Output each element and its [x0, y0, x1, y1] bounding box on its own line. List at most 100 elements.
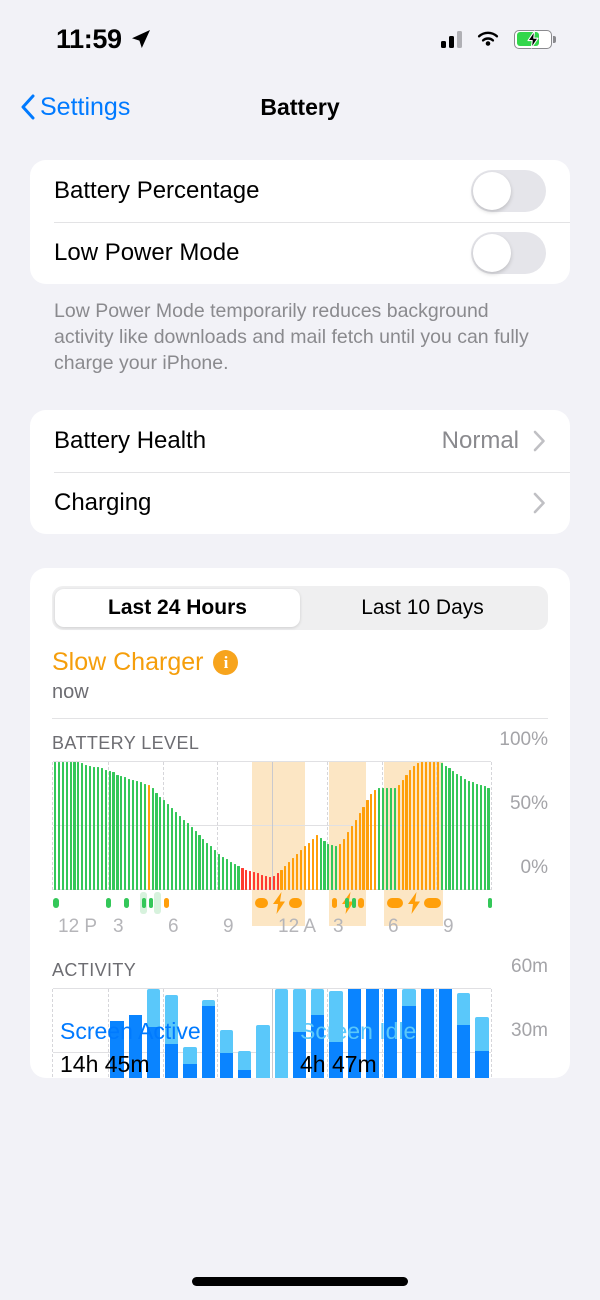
battery-level-bar — [124, 777, 127, 890]
battery-level-bar — [452, 770, 455, 890]
lightning-bolt-icon — [527, 29, 539, 49]
battery-level-bar — [221, 856, 224, 890]
chevron-right-icon — [533, 492, 545, 514]
battery-level-bar — [178, 815, 182, 890]
row-label: Low Power Mode — [54, 239, 240, 266]
row-low-power-mode[interactable]: Low Power Mode — [30, 222, 570, 284]
battery-settings-group: Battery Percentage Low Power Mode — [30, 160, 570, 284]
battery-level-bar — [409, 769, 412, 890]
battery-level-bar — [440, 763, 443, 890]
charging-marker — [386, 898, 404, 908]
battery-level-bar — [241, 868, 244, 890]
battery-level-bar — [128, 778, 131, 890]
legend-label: Screen Idle — [300, 1018, 417, 1044]
charging-marker — [331, 898, 338, 908]
x-axis-tick-label: 9 — [223, 916, 234, 937]
battery-level-bar — [350, 826, 353, 890]
time-range-segmented-control[interactable]: Last 24 Hours Last 10 Days — [52, 586, 548, 630]
legend-value: 14h 45m — [60, 1051, 150, 1077]
battery-level-chart-title: BATTERY LEVEL — [52, 733, 200, 753]
segment-last-24-hours[interactable]: Last 24 Hours — [55, 589, 300, 627]
segment-last-10-days[interactable]: Last 10 Days — [300, 589, 545, 627]
battery-x-axis-labels: 12 P 3 6 9 12 A 3 6 9 — [52, 916, 492, 942]
battery-level-bar — [307, 842, 310, 890]
battery-level-bar — [303, 846, 307, 890]
battery-level-bar — [85, 764, 88, 890]
y-axis-tick-label: 50% — [509, 793, 548, 814]
battery-level-bar — [393, 787, 396, 890]
unplugged-marker — [488, 898, 492, 908]
info-circle-icon[interactable]: i — [213, 650, 239, 675]
battery-level-bar — [108, 770, 111, 890]
battery-level-bar — [464, 778, 467, 890]
battery-level-bar — [57, 762, 60, 890]
low-power-mode-toggle[interactable] — [471, 232, 546, 274]
charging-marker — [254, 898, 269, 908]
battery-percentage-toggle[interactable] — [471, 170, 546, 212]
battery-level-bar — [167, 804, 170, 890]
x-axis-tick-label: 12 A — [278, 916, 317, 937]
back-button-settings[interactable]: Settings — [20, 93, 130, 122]
battery-level-bar — [151, 787, 154, 890]
row-label: Charging — [54, 489, 152, 516]
row-label: Battery Health — [54, 427, 207, 454]
battery-level-bar — [73, 762, 76, 890]
battery-level-bar — [69, 762, 72, 890]
y-axis-tick-label: 100% — [499, 729, 548, 750]
battery-level-bar — [288, 861, 291, 890]
home-indicator — [192, 1277, 408, 1286]
battery-level-bar — [280, 869, 283, 890]
battery-level-bar — [116, 774, 119, 890]
charging-marker — [358, 898, 364, 908]
legend-label: Screen Active — [60, 1018, 201, 1044]
battery-level-bar — [147, 785, 150, 890]
battery-level-bar — [389, 787, 392, 890]
battery-level-bar — [366, 800, 369, 890]
wifi-icon — [477, 31, 499, 46]
battery-level-bar — [92, 767, 96, 890]
unplugged-marker — [351, 898, 356, 908]
battery-level-bar — [319, 837, 322, 890]
row-battery-health[interactable]: Battery Health Normal — [30, 410, 570, 472]
charging-marker — [289, 898, 303, 908]
row-label: Battery Percentage — [54, 177, 260, 204]
battery-level-plot-area — [52, 761, 492, 926]
charging-status-strip — [52, 890, 492, 916]
battery-level-bar — [370, 794, 373, 890]
battery-level-bar — [460, 776, 463, 890]
battery-level-bar — [202, 838, 205, 890]
battery-level-bar — [190, 827, 193, 890]
x-axis-tick-label: 3 — [113, 916, 124, 937]
battery-level-bar — [342, 838, 346, 890]
battery-level-bar — [171, 808, 174, 890]
status-bar-right — [441, 29, 556, 49]
battery-level-bar — [385, 787, 389, 890]
battery-level-bar — [413, 765, 416, 890]
battery-level-bar — [417, 763, 420, 890]
y-axis-tick-label: 60m — [511, 956, 548, 977]
battery-level-bar — [331, 845, 334, 890]
battery-level-bar — [284, 865, 287, 890]
battery-level-bar — [155, 792, 158, 890]
legend-screen-idle: Screen Idle 4h 47m — [300, 1018, 540, 1078]
battery-level-bar — [362, 806, 365, 890]
charging-marker — [163, 898, 169, 908]
activity-bar-idle-segment — [402, 989, 416, 1007]
battery-level-bar — [89, 765, 92, 890]
battery-level-bar — [272, 875, 275, 890]
x-axis-tick-label: 12 P — [58, 916, 98, 937]
legend-value: 4h 47m — [300, 1051, 377, 1077]
battery-level-bars — [53, 762, 491, 890]
x-axis-tick-label: 6 — [388, 916, 399, 937]
battery-level-bar — [405, 774, 408, 890]
battery-health-value: Normal — [441, 427, 519, 454]
battery-level-bar — [401, 779, 404, 890]
battery-level-bar — [61, 762, 64, 890]
row-charging[interactable]: Charging — [30, 472, 570, 534]
cellular-signal-icon — [441, 30, 462, 48]
row-battery-percentage[interactable]: Battery Percentage — [30, 160, 570, 222]
battery-level-bar — [198, 834, 201, 890]
battery-level-bar — [471, 782, 474, 890]
battery-level-bar — [374, 790, 377, 890]
status-bar-left: 11:59 — [56, 24, 151, 55]
